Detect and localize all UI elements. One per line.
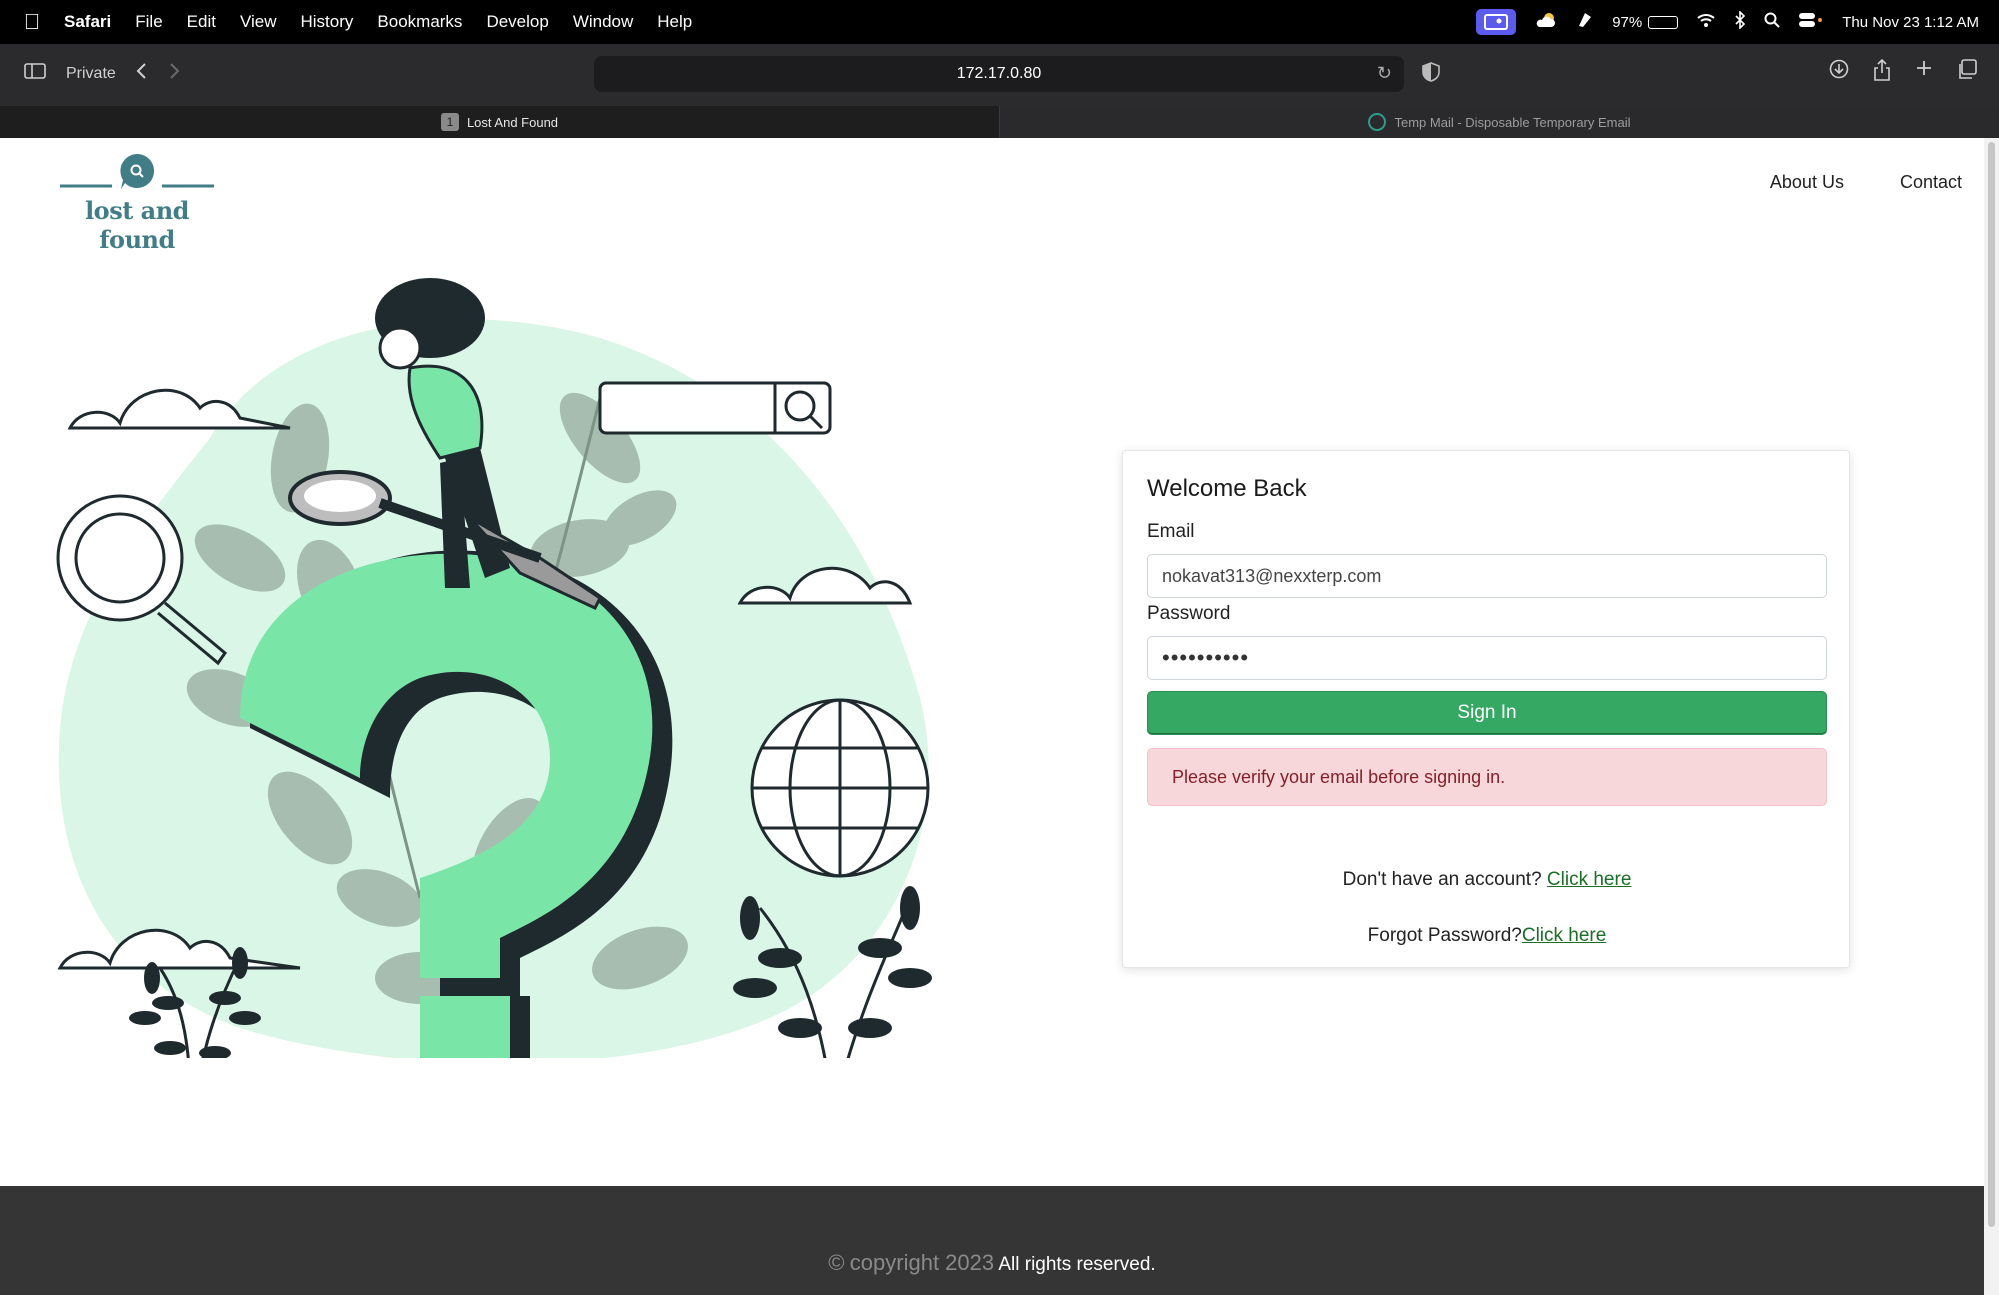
verify-email-alert: Please verify your email before signing … xyxy=(1147,748,1827,806)
nav-contact[interactable]: Contact xyxy=(1900,172,1962,193)
bluetooth-icon[interactable] xyxy=(1734,10,1746,33)
tab-lost-and-found[interactable]: 1 Lost And Found xyxy=(0,106,999,138)
email-field[interactable]: nokavat313@nexxterp.com xyxy=(1147,554,1827,598)
tab-temp-mail[interactable]: Temp Mail - Disposable Temporary Email xyxy=(999,106,1999,138)
tab-title: Temp Mail - Disposable Temporary Email xyxy=(1394,114,1631,130)
status-area: 97% Thu Nov 23 1:12 AM xyxy=(1476,0,1979,44)
share-icon[interactable] xyxy=(1873,58,1891,87)
nav-about-us[interactable]: About Us xyxy=(1770,172,1844,193)
downloads-icon[interactable] xyxy=(1829,59,1849,87)
reload-icon[interactable]: ↻ xyxy=(1377,63,1392,84)
menu-window[interactable]: Window xyxy=(573,12,633,32)
weather-icon[interactable] xyxy=(1534,11,1558,33)
screen-mirroring-icon[interactable] xyxy=(1476,9,1517,35)
password-label: Password xyxy=(1147,603,1231,624)
battery-percent: 97% xyxy=(1612,13,1643,31)
tab-bar: 1 Lost And Found Temp Mail - Disposable … xyxy=(0,106,1999,138)
spotlight-search-icon[interactable] xyxy=(1764,12,1780,32)
site-logo[interactable]: lost and found xyxy=(52,150,222,254)
battery-icon xyxy=(1648,15,1679,29)
menu-app-safari[interactable]: Safari xyxy=(64,12,111,32)
forgot-password-link[interactable]: Click here xyxy=(1522,925,1606,946)
site-footer: © copyright 2023 All rights reserved. xyxy=(0,1186,1984,1295)
login-heading: Welcome Back xyxy=(1147,475,1307,502)
forgot-prompt: Forgot Password? xyxy=(1367,925,1522,946)
menu-bookmarks[interactable]: Bookmarks xyxy=(377,12,462,32)
scrollbar-thumb[interactable] xyxy=(1988,142,1995,1227)
new-tab-plus-icon[interactable] xyxy=(1915,59,1933,87)
menu-bar:  Safari File Edit View History Bookmark… xyxy=(0,0,1999,44)
battery-indicator[interactable]: 97% xyxy=(1612,13,1679,31)
copyright-icon: © xyxy=(828,1250,845,1275)
rights-reserved: All rights reserved. xyxy=(998,1254,1156,1275)
toolbar-right xyxy=(1829,58,1977,87)
signup-prompt: Don't have an account? xyxy=(1342,869,1547,890)
browser-toolbar: Private 172.17.0.80 ↻ xyxy=(0,44,1999,106)
sidebar-toggle-icon[interactable] xyxy=(24,63,46,84)
signup-line: Don't have an account? Click here xyxy=(1123,869,1851,891)
menu-file[interactable]: File xyxy=(135,12,162,32)
email-label: Email xyxy=(1147,521,1195,542)
privacy-shield-icon[interactable] xyxy=(1422,62,1440,88)
copyright-year: copyright 2023 xyxy=(849,1250,995,1275)
menu-view[interactable]: View xyxy=(240,12,277,32)
tab-overview-icon[interactable] xyxy=(1957,59,1977,87)
apple-menu-icon[interactable]:  xyxy=(0,9,64,35)
tab-number-badge: 1 xyxy=(440,113,459,131)
password-field[interactable]: •••••••••• xyxy=(1147,636,1827,680)
site-nav: About Us Contact xyxy=(1770,172,1962,193)
sign-in-button[interactable]: Sign In xyxy=(1147,691,1827,735)
temp-mail-favicon-icon xyxy=(1368,113,1387,131)
wifi-icon[interactable] xyxy=(1696,12,1716,32)
logo-magnifier-icon xyxy=(60,153,214,189)
forward-chevron-icon[interactable] xyxy=(168,62,180,85)
address-bar[interactable]: 172.17.0.80 ↻ xyxy=(594,56,1404,92)
menu-develop[interactable]: Develop xyxy=(486,12,548,32)
clock[interactable]: Thu Nov 23 1:12 AM xyxy=(1842,14,1979,31)
lost-and-found-illustration xyxy=(56,278,932,1058)
url-text: 172.17.0.80 xyxy=(956,65,1042,82)
signup-link[interactable]: Click here xyxy=(1547,869,1631,890)
menu-history[interactable]: History xyxy=(301,12,354,32)
logo-text: lost and found xyxy=(85,196,189,254)
private-label: Private xyxy=(66,64,116,82)
page-scrollbar[interactable] xyxy=(1984,138,1999,1295)
menu-edit[interactable]: Edit xyxy=(187,12,216,32)
login-card: Welcome Back Email nokavat313@nexxterp.c… xyxy=(1122,450,1850,968)
toolbar-left: Private xyxy=(24,62,180,85)
back-chevron-icon[interactable] xyxy=(136,62,148,85)
footer-text: © copyright 2023 All rights reserved. xyxy=(0,1250,1984,1276)
menu-help[interactable]: Help xyxy=(657,12,692,32)
search-bar-graphic xyxy=(598,381,832,435)
tab-title: Lost And Found xyxy=(466,114,559,130)
web-page: lost and found About Us Contact Welcome … xyxy=(0,138,1984,1295)
globe-graphic xyxy=(750,698,930,878)
sidebar-app-icon[interactable] xyxy=(1576,11,1594,33)
forgot-password-line: Forgot Password?Click here xyxy=(1123,925,1851,947)
control-center-icon[interactable] xyxy=(1798,12,1824,32)
